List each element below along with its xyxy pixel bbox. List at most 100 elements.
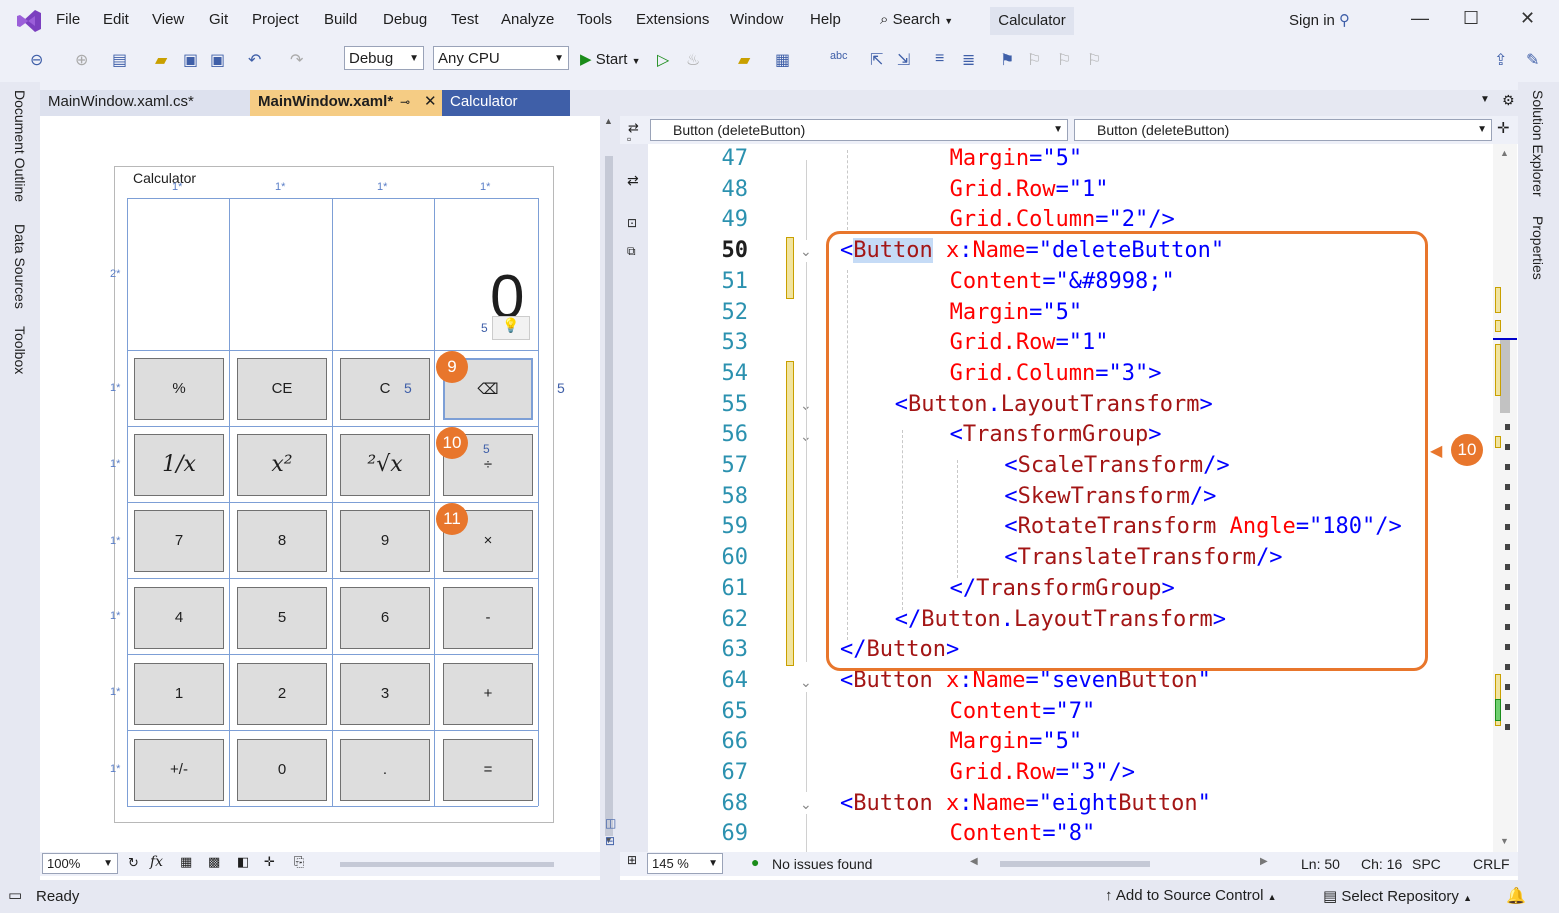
lightbulb-icon[interactable]: 💡 bbox=[492, 316, 530, 340]
back-icon[interactable]: ⊖ bbox=[30, 50, 43, 70]
diagnostics-icon[interactable]: ⇲ bbox=[897, 50, 910, 70]
snap-lines-icon[interactable]: ✛ bbox=[264, 854, 275, 870]
solution-explorer-icon[interactable]: ▰ bbox=[738, 50, 750, 70]
scroll-left-icon[interactable]: ◀ bbox=[970, 856, 978, 867]
scroll-thumb[interactable] bbox=[1500, 339, 1510, 413]
row-size-label[interactable]: 1* bbox=[110, 535, 120, 547]
percent-button[interactable]: % bbox=[134, 358, 224, 420]
minus-button[interactable]: - bbox=[443, 587, 533, 649]
properties-tab[interactable]: Properties bbox=[1530, 216, 1546, 280]
fold-toggle-icon[interactable]: ⌄ bbox=[800, 243, 812, 260]
five-button[interactable]: 5 bbox=[237, 587, 327, 649]
effects-toggle[interactable]: fx bbox=[150, 854, 163, 870]
whitespace-status[interactable]: SPC bbox=[1412, 856, 1441, 872]
add-to-source-control-button[interactable]: ↑ Add to Source Control ▲ bbox=[1105, 887, 1277, 904]
artboard-icon[interactable]: ◧ bbox=[237, 854, 249, 870]
column-size-label[interactable]: 1* bbox=[275, 181, 285, 193]
device-icon[interactable]: ⎘ bbox=[294, 854, 304, 870]
column-number-status[interactable]: Ch: 16 bbox=[1361, 856, 1402, 872]
three-button[interactable]: 3 bbox=[340, 663, 430, 725]
editor-vscrollbar[interactable]: ▲ ▼ bbox=[1493, 144, 1517, 852]
start-button[interactable]: ▶ Start ▼ bbox=[580, 50, 641, 68]
prev-bookmark-icon[interactable]: ⚐ bbox=[1027, 50, 1041, 70]
negate-button[interactable]: +/- bbox=[134, 739, 224, 801]
minimize-icon[interactable]: — bbox=[1411, 8, 1429, 29]
eight-button[interactable]: 8 bbox=[237, 510, 327, 572]
menu-edit[interactable]: Edit bbox=[103, 11, 129, 28]
row-size-label[interactable]: 1* bbox=[110, 610, 120, 622]
scroll-up-icon[interactable]: ▲ bbox=[604, 116, 613, 126]
issues-status[interactable]: No issues found bbox=[772, 856, 872, 872]
designer-hscrollbar[interactable] bbox=[340, 862, 554, 867]
next-bookmark-icon[interactable]: ⚐ bbox=[1057, 50, 1071, 70]
split-editor-icon[interactable]: ✛ bbox=[1497, 119, 1510, 137]
outline-icon[interactable]: ▫ bbox=[627, 132, 631, 146]
select-repository-button[interactable]: ▤ Select Repository ▲ bbox=[1323, 887, 1472, 905]
collapse-icon[interactable]: ⊡ bbox=[627, 216, 637, 230]
spell-check-icon[interactable]: ᵃᵇᶜ bbox=[830, 50, 848, 68]
gear-icon[interactable]: ⚙ bbox=[1502, 92, 1515, 109]
toolbox-tab[interactable]: Toolbox bbox=[12, 326, 28, 374]
row-size-label[interactable]: 2* bbox=[110, 268, 120, 280]
designer-zoom-select[interactable]: 100% ▼ bbox=[42, 853, 118, 874]
refresh-icon[interactable]: ↻ bbox=[128, 855, 139, 871]
tab-calculator[interactable]: Calculator bbox=[442, 90, 570, 116]
designer-vscrollbar[interactable] bbox=[605, 156, 613, 836]
signin-button[interactable]: Sign in ⚲ bbox=[1289, 11, 1350, 29]
scroll-down-icon[interactable]: ▼ bbox=[1500, 836, 1509, 846]
one-button[interactable]: 1 bbox=[134, 663, 224, 725]
menu-tools[interactable]: Tools bbox=[577, 11, 612, 28]
row-size-label[interactable]: 1* bbox=[110, 458, 120, 470]
document-outline-tab[interactable]: Document Outline bbox=[12, 90, 28, 202]
vs-logo-icon[interactable] bbox=[16, 9, 42, 33]
save-all-icon[interactable]: ▣ bbox=[210, 50, 225, 70]
designer-editor-splitter[interactable]: ▲ ▼ ◫ ⊟ bbox=[600, 116, 620, 880]
menu-file[interactable]: File bbox=[56, 11, 80, 28]
seven-button[interactable]: 7 bbox=[134, 510, 224, 572]
menu-git[interactable]: Git bbox=[209, 11, 228, 28]
outdent-icon[interactable]: ≣ bbox=[962, 50, 975, 70]
line-ending-status[interactable]: CRLF bbox=[1473, 856, 1510, 872]
menu-view[interactable]: View bbox=[152, 11, 184, 28]
ce-button[interactable]: CE bbox=[237, 358, 327, 420]
four-button[interactable]: 4 bbox=[134, 587, 224, 649]
snap-grid-icon[interactable]: ▩ bbox=[208, 854, 220, 870]
start-without-debugging-icon[interactable]: ▷ bbox=[657, 50, 669, 70]
menu-extensions[interactable]: Extensions bbox=[636, 11, 709, 28]
column-size-label[interactable]: 1* bbox=[480, 181, 490, 193]
fold-toggle-icon[interactable]: ⌄ bbox=[800, 674, 812, 691]
feedback-icon[interactable]: ✎ bbox=[1526, 50, 1539, 70]
menu-test[interactable]: Test bbox=[451, 11, 479, 28]
clear-button[interactable]: C bbox=[340, 358, 430, 420]
popout-icon[interactable]: ⧉ bbox=[627, 244, 636, 259]
equals-button[interactable]: = bbox=[443, 739, 533, 801]
open-folder-icon[interactable]: ▰ bbox=[155, 50, 167, 70]
menu-project[interactable]: Project bbox=[252, 11, 299, 28]
nine-button[interactable]: 9 bbox=[340, 510, 430, 572]
menu-help[interactable]: Help bbox=[810, 11, 841, 28]
redo-icon[interactable]: ↷ bbox=[290, 50, 303, 70]
reciprocal-button[interactable]: 1/x bbox=[134, 434, 224, 496]
scroll-up-icon[interactable]: ▲ bbox=[1500, 148, 1509, 158]
tab-list-dropdown-icon[interactable]: ▼ bbox=[1480, 94, 1490, 105]
clear-bookmark-icon[interactable]: ⚐ bbox=[1087, 50, 1101, 70]
menu-build[interactable]: Build bbox=[324, 11, 357, 28]
six-button[interactable]: 6 bbox=[340, 587, 430, 649]
zero-button[interactable]: 0 bbox=[237, 739, 327, 801]
element-selector-right[interactable]: Button (deleteButton) ▼ bbox=[1074, 119, 1492, 141]
sync-icon[interactable]: ⇄ bbox=[627, 172, 639, 189]
row-size-label[interactable]: 1* bbox=[110, 382, 120, 394]
forward-icon[interactable]: ⊕ bbox=[75, 50, 88, 70]
plus-button[interactable]: + bbox=[443, 663, 533, 725]
grid-toggle-icon[interactable]: ▦ bbox=[180, 854, 192, 870]
line-number-status[interactable]: Ln: 50 bbox=[1301, 856, 1340, 872]
close-icon[interactable]: ✕ bbox=[1520, 8, 1535, 29]
solution-explorer-tab[interactable]: Solution Explorer bbox=[1530, 90, 1546, 197]
column-size-label[interactable]: 1* bbox=[172, 181, 182, 193]
close-tab-icon[interactable]: ✕ bbox=[424, 90, 437, 114]
undo-icon[interactable]: ↶ bbox=[248, 50, 261, 70]
save-icon[interactable]: ▣ bbox=[183, 50, 198, 70]
expand-icon[interactable]: ⊞ bbox=[627, 853, 637, 867]
configuration-select[interactable]: Debug ▼ bbox=[344, 46, 424, 70]
menu-debug[interactable]: Debug bbox=[383, 11, 427, 28]
